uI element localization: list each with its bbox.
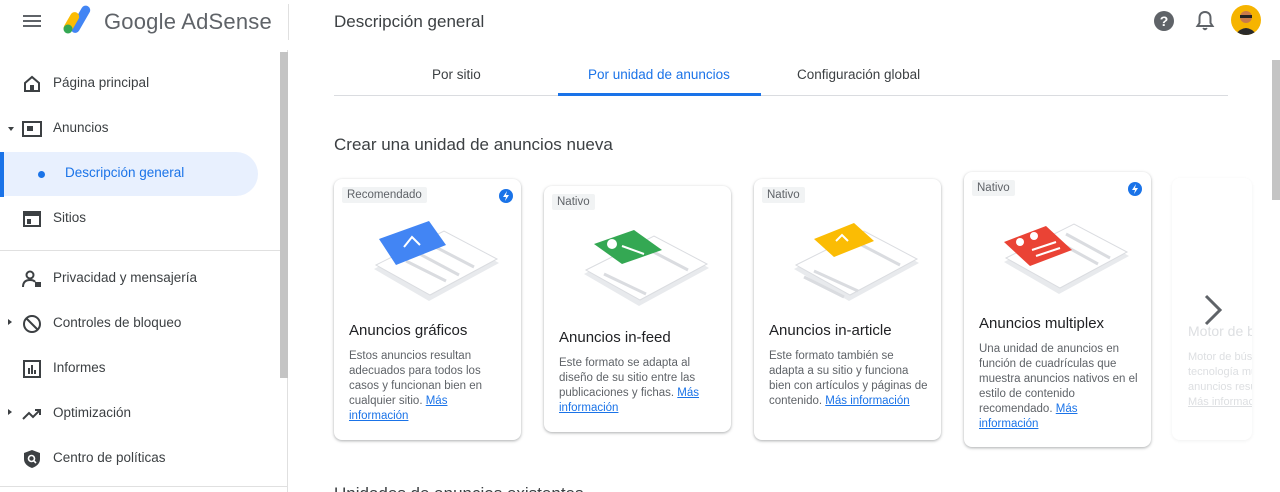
section-title: Unidades de anuncios existentes (334, 484, 584, 492)
card-description: Este formato se adapta al diseño de su s… (559, 356, 719, 416)
card-title: Anuncios gráficos (349, 322, 468, 339)
expand-caret-icon[interactable] (8, 127, 14, 131)
more-info-link[interactable]: Más información (1188, 396, 1252, 408)
card-description: Este formato también se adapta a su siti… (769, 349, 929, 409)
sidebar-divider (0, 250, 288, 251)
chevron-right-icon[interactable] (1196, 290, 1228, 330)
sidebar-item-blocking[interactable]: Controles de bloqueo (0, 302, 270, 346)
card-desc-text: Estos anuncios resultan adecuados para t… (349, 350, 482, 407)
tab-global-settings[interactable]: Configuración global (797, 67, 920, 82)
sidebar-item-label: Informes (53, 360, 106, 375)
main-scrollbar[interactable] (1272, 60, 1280, 200)
tab-by-site[interactable]: Por sitio (432, 67, 481, 82)
card-description: Motor de búsqueda tecnología muestra anu… (1188, 350, 1252, 410)
infeed-ad-illustration (584, 230, 709, 306)
help-icon[interactable]: ? (1154, 11, 1174, 31)
adsense-logo (63, 5, 91, 34)
sidebar-item-label: Sitios (53, 210, 87, 225)
expand-caret-icon[interactable] (8, 319, 12, 325)
tab-bar: Por sitio Por unidad de anuncios Configu… (334, 52, 1228, 96)
sidebar-item-reports[interactable]: Informes (0, 347, 270, 391)
sidebar-item-label: Página principal (53, 75, 150, 90)
sidebar-item-ads[interactable]: Anuncios (0, 107, 270, 151)
brand-name: Google AdSense (104, 9, 272, 34)
menu-icon[interactable] (22, 12, 42, 32)
more-info-link[interactable]: Más información (825, 395, 909, 407)
ads-icon (22, 121, 42, 137)
sidebar-item-sites[interactable]: Sitios (0, 197, 270, 241)
block-icon (23, 315, 41, 333)
ad-unit-card-display[interactable]: Recomendado Anuncios gráficos Estos anun… (334, 179, 521, 440)
card-description: Estos anuncios resultan adecuados para t… (349, 349, 509, 424)
sidebar-scrollbar[interactable] (280, 52, 288, 378)
sidebar-item-policy[interactable]: Centro de políticas (0, 437, 270, 481)
sidebar-item-label: Centro de políticas (53, 450, 166, 465)
sidebar-divider (0, 486, 288, 487)
card-tag: Nativo (972, 180, 1015, 196)
expand-caret-icon[interactable] (8, 409, 12, 415)
card-tag: Nativo (762, 187, 805, 203)
sidebar-item-optimization[interactable]: Optimización (0, 392, 270, 436)
sidebar-item-label: Controles de bloqueo (53, 315, 182, 330)
card-title: Anuncios in-feed (559, 329, 671, 346)
card-description: Una unidad de anuncios en función de cua… (979, 342, 1139, 432)
sidebar-item-label: Anuncios (53, 120, 109, 135)
section-title: Crear una unidad de anuncios nueva (334, 135, 613, 154)
sites-icon (23, 211, 41, 227)
sidebar-item-label: Privacidad y mensajería (53, 270, 198, 285)
inarticle-ad-illustration (794, 223, 919, 301)
app-header: Google AdSense Descripción general ? (0, 0, 1280, 44)
dot-icon (38, 171, 45, 178)
active-tab-underline (558, 93, 761, 96)
tab-by-ad-unit[interactable]: Por unidad de anuncios (588, 67, 730, 82)
bolt-icon (1128, 182, 1142, 196)
card-tag: Nativo (552, 194, 595, 210)
sidebar-item-label: Optimización (53, 405, 132, 420)
sidebar-item-overview[interactable]: Descripción general (4, 152, 258, 196)
sidebar-item-label: Descripción general (65, 165, 185, 180)
notifications-icon[interactable] (1195, 10, 1215, 32)
sidebar-item-home[interactable]: Página principal (0, 62, 270, 106)
card-desc-text: Motor de búsqueda tecnología muestra anu… (1188, 351, 1252, 393)
card-desc-text: Este formato se adapta al diseño de su s… (559, 357, 696, 399)
bolt-icon (499, 189, 513, 203)
privacy-icon (22, 270, 41, 288)
card-title: Anuncios in-article (769, 322, 892, 339)
policy-icon (24, 450, 40, 468)
ad-unit-card-infeed[interactable]: Nativo Anuncios in-feed Este formato se … (544, 186, 731, 432)
sidebar-item-privacy[interactable]: Privacidad y mensajería (0, 257, 270, 301)
card-tag: Recomendado (342, 187, 427, 203)
display-ad-illustration (374, 221, 499, 301)
multiplex-ad-illustration (1004, 223, 1129, 294)
home-icon (24, 75, 40, 92)
ad-unit-card-inarticle[interactable]: Nativo Anuncios in-article Este formato … (754, 179, 941, 440)
card-title: Anuncios multiplex (979, 315, 1105, 332)
optimization-icon (22, 409, 41, 420)
page-title: Descripción general (334, 12, 485, 31)
header-divider (288, 4, 289, 40)
ad-unit-card-multiplex[interactable]: Nativo Anuncios multiplex Una unidad de … (964, 172, 1151, 447)
avatar[interactable] (1231, 5, 1261, 35)
reports-icon (23, 360, 41, 378)
